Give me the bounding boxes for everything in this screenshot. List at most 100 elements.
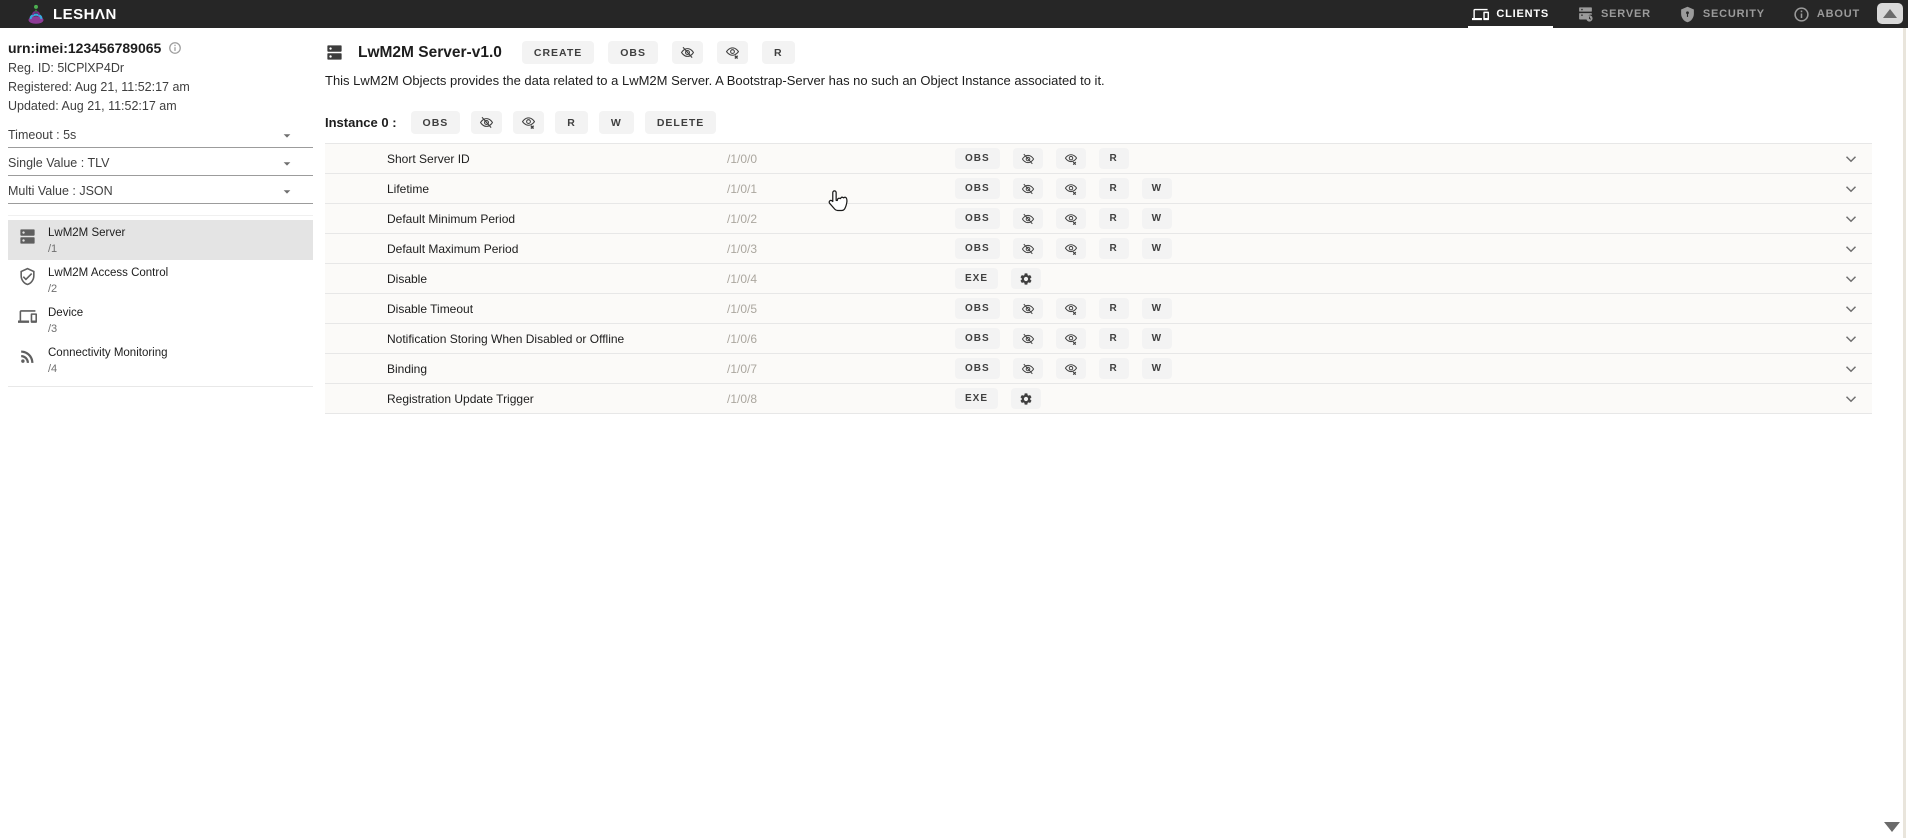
- cancel-observe-button[interactable]: [1055, 148, 1086, 169]
- expand-row-button[interactable]: [1842, 360, 1860, 378]
- single-value-select[interactable]: Single Value : TLV: [8, 148, 313, 176]
- w-button[interactable]: W: [598, 111, 634, 134]
- sidebar-item-device[interactable]: Device/3: [8, 300, 313, 340]
- expand-row-button[interactable]: [1842, 240, 1860, 258]
- info-circle-icon[interactable]: [168, 41, 182, 55]
- cancel-observe-button[interactable]: [513, 111, 545, 134]
- w-button[interactable]: W: [1141, 238, 1173, 259]
- delete-button[interactable]: DELETE: [644, 111, 717, 134]
- nav-item-about[interactable]: ABOUT: [1793, 0, 1860, 28]
- cancel-observe-button[interactable]: [717, 41, 749, 64]
- obs-button[interactable]: OBS: [955, 148, 1000, 169]
- client-reg-id: Reg. ID: 5lCPlXP4Dr: [8, 61, 125, 75]
- obs-button[interactable]: OBS: [955, 238, 1000, 259]
- r-button[interactable]: R: [1098, 298, 1129, 319]
- endpoint-text: urn:imei:123456789065: [8, 40, 162, 56]
- exe-button[interactable]: EXE: [955, 268, 999, 289]
- stop-observe-button[interactable]: [1012, 238, 1043, 259]
- cancel-observe-button[interactable]: [1055, 358, 1086, 379]
- nav-item-security[interactable]: SECURITY: [1679, 0, 1765, 28]
- devices-icon: [1472, 6, 1490, 23]
- obs-button[interactable]: OBS: [955, 178, 1000, 199]
- cancel-observe-button[interactable]: [1055, 208, 1086, 229]
- w-button[interactable]: W: [1141, 298, 1173, 319]
- resource-row[interactable]: Lifetime/1/0/1 OBS R W: [325, 174, 1872, 204]
- chip-label: OBS: [422, 116, 449, 129]
- r-button[interactable]: R: [555, 111, 588, 134]
- r-button[interactable]: R: [1098, 328, 1129, 349]
- stop-observe-button[interactable]: [1012, 298, 1043, 319]
- exe-settings-button[interactable]: [1011, 268, 1042, 289]
- resource-row[interactable]: Default Minimum Period/1/0/2 OBS R W: [325, 204, 1872, 234]
- r-button[interactable]: R: [1098, 238, 1129, 259]
- r-button[interactable]: R: [1098, 178, 1129, 199]
- scrollbar-track[interactable]: [1903, 28, 1906, 838]
- w-button[interactable]: W: [1141, 208, 1173, 229]
- stop-observe-button[interactable]: [1012, 148, 1043, 169]
- chip-label: OBS: [965, 153, 990, 164]
- chip-label: W: [1151, 183, 1163, 194]
- expand-row-button[interactable]: [1842, 270, 1860, 288]
- resource-row[interactable]: Disable/1/0/4 EXE: [325, 264, 1872, 294]
- w-button[interactable]: W: [1141, 328, 1173, 349]
- scroll-to-top-button[interactable]: [1877, 3, 1903, 24]
- obs-button[interactable]: OBS: [955, 298, 1000, 319]
- nav-item-server[interactable]: SERVER: [1577, 0, 1651, 28]
- stop-observe-button[interactable]: [1012, 358, 1043, 379]
- eye-x-icon: [1064, 332, 1078, 346]
- expand-row-button[interactable]: [1842, 210, 1860, 228]
- resource-row[interactable]: Disable Timeout/1/0/5 OBS R W: [325, 294, 1872, 324]
- chip-label: W: [1151, 333, 1163, 344]
- r-button[interactable]: R: [1098, 358, 1129, 379]
- create-button[interactable]: CREATE: [521, 41, 595, 64]
- obs-button[interactable]: OBS: [955, 328, 1000, 349]
- chip-label: R: [567, 116, 576, 129]
- object-path: /4: [48, 363, 58, 375]
- chevron-down-icon: [1842, 300, 1860, 318]
- sidebar-item-lwm2m-server[interactable]: LwM2M Server/1: [8, 220, 313, 260]
- cancel-observe-button[interactable]: [1055, 178, 1086, 199]
- expand-row-button[interactable]: [1842, 300, 1860, 318]
- stop-observe-button[interactable]: [1012, 208, 1043, 229]
- obs-button[interactable]: OBS: [955, 358, 1000, 379]
- sidebar-item-connectivity-monitoring[interactable]: Connectivity Monitoring/4: [8, 340, 313, 380]
- stop-observe-button[interactable]: [672, 41, 704, 64]
- nav-item-clients[interactable]: CLIENTS: [1468, 0, 1553, 28]
- scroll-to-bottom-button[interactable]: [1884, 822, 1900, 832]
- timeout-select[interactable]: Timeout : 5s: [8, 120, 313, 148]
- cancel-observe-button[interactable]: [1055, 328, 1086, 349]
- stop-observe-button[interactable]: [1012, 328, 1043, 349]
- stop-observe-button[interactable]: [471, 111, 503, 134]
- resource-row[interactable]: Short Server ID/1/0/0 OBS R: [325, 144, 1872, 174]
- w-button[interactable]: W: [1141, 358, 1173, 379]
- r-button[interactable]: R: [762, 41, 795, 64]
- exe-settings-button[interactable]: [1011, 388, 1042, 409]
- resource-actions: OBS R W: [955, 358, 1173, 379]
- resource-row[interactable]: Binding/1/0/7 OBS R W: [325, 354, 1872, 384]
- chip-label: OBS: [965, 303, 990, 314]
- resource-name: Disable: [387, 271, 428, 286]
- eye-x-icon: [725, 45, 740, 60]
- exe-button[interactable]: EXE: [955, 388, 999, 409]
- expand-row-button[interactable]: [1842, 150, 1860, 168]
- r-button[interactable]: R: [1098, 148, 1129, 169]
- r-button[interactable]: R: [1098, 208, 1129, 229]
- obs-button[interactable]: OBS: [955, 208, 1000, 229]
- resource-row[interactable]: Notification Storing When Disabled or Of…: [325, 324, 1872, 354]
- resource-name: Default Maximum Period: [387, 241, 519, 256]
- obs-button[interactable]: OBS: [410, 111, 461, 134]
- obs-button[interactable]: OBS: [608, 41, 659, 64]
- expand-row-button[interactable]: [1842, 330, 1860, 348]
- resource-row[interactable]: Default Maximum Period/1/0/3 OBS R W: [325, 234, 1872, 264]
- cancel-observe-button[interactable]: [1055, 298, 1086, 319]
- chip-label: OBS: [620, 46, 647, 59]
- leshan-brand[interactable]: LESHΛN: [24, 2, 117, 26]
- expand-row-button[interactable]: [1842, 180, 1860, 198]
- stop-observe-button[interactable]: [1012, 178, 1043, 199]
- resource-row[interactable]: Registration Update Trigger/1/0/8 EXE: [325, 384, 1872, 414]
- w-button[interactable]: W: [1141, 178, 1173, 199]
- expand-row-button[interactable]: [1842, 390, 1860, 408]
- sidebar-item-lwm2m-access-control[interactable]: LwM2M Access Control/2: [8, 260, 313, 300]
- multi-value-select[interactable]: Multi Value : JSON: [8, 176, 313, 204]
- cancel-observe-button[interactable]: [1055, 238, 1086, 259]
